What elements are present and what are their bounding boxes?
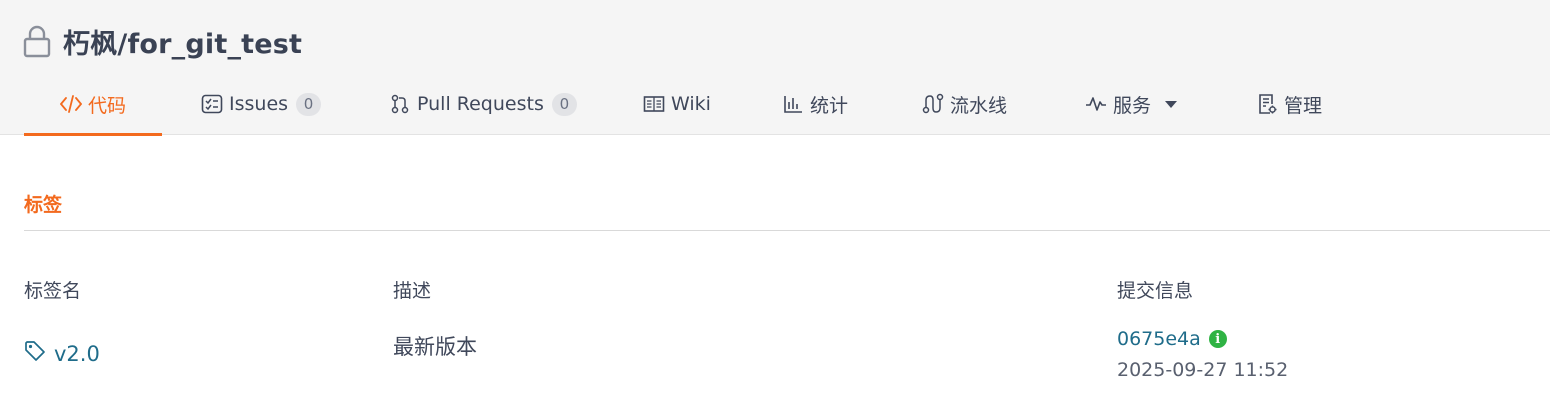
- section-title: 标签: [24, 194, 63, 216]
- tag-description: 最新版本: [393, 335, 477, 359]
- column-header-tag-name: 标签名: [24, 280, 82, 302]
- commit-hash-link[interactable]: 0675e4a: [1117, 328, 1201, 350]
- section-divider: [24, 230, 1550, 231]
- repo-tabs: 代码 Issues 0 Pull Requests 0 Wiki 统计 流水线 …: [0, 72, 1550, 136]
- tab-code-label: 代码: [88, 94, 127, 117]
- chevron-down-icon: [1165, 100, 1178, 108]
- column-header-description: 描述: [393, 280, 432, 302]
- tag-name: v2.0: [54, 341, 100, 366]
- pull-requests-count-badge: 0: [551, 92, 577, 116]
- repo-header: 朽枫/for_git_test 代码 Issues 0 Pull Request…: [0, 0, 1550, 136]
- column-header-commit-info: 提交信息: [1117, 280, 1194, 302]
- tab-manage-label: 管理: [1284, 94, 1323, 117]
- repo-name-link[interactable]: 朽枫/for_git_test: [63, 22, 302, 61]
- wiki-book-icon: [643, 93, 665, 115]
- tab-statistics[interactable]: 统计: [782, 72, 848, 136]
- tab-manage[interactable]: 管理: [1256, 72, 1322, 136]
- tab-issues-label: Issues: [229, 93, 289, 115]
- commit-info: 0675e4a i: [1117, 328, 1227, 350]
- pull-request-icon: [389, 93, 411, 115]
- tab-pull-requests-label: Pull Requests: [417, 93, 544, 115]
- pipeline-icon: [922, 93, 944, 115]
- tab-pull-requests[interactable]: Pull Requests 0: [389, 72, 577, 136]
- tab-wiki[interactable]: Wiki: [643, 72, 711, 136]
- tag-link[interactable]: v2.0: [24, 340, 100, 367]
- issues-count-badge: 0: [296, 92, 322, 116]
- tab-issues[interactable]: Issues 0: [201, 72, 322, 136]
- bar-chart-icon: [782, 93, 804, 115]
- info-verified-icon[interactable]: i: [1208, 330, 1227, 348]
- tab-services-label: 服务: [1113, 94, 1152, 117]
- settings-doc-icon: [1256, 93, 1278, 115]
- tag-icon: [24, 340, 46, 367]
- commit-timestamp: 2025-09-27 11:52: [1117, 359, 1289, 381]
- tab-statistics-label: 统计: [810, 94, 849, 117]
- tab-wiki-label: Wiki: [671, 93, 711, 115]
- issues-icon: [201, 93, 223, 115]
- tab-code[interactable]: 代码: [23, 72, 163, 136]
- repo-title-bar: 朽枫/for_git_test: [22, 21, 302, 61]
- tab-pipeline[interactable]: 流水线: [922, 72, 1007, 136]
- tab-pipeline-label: 流水线: [950, 94, 1008, 117]
- pulse-icon: [1085, 93, 1107, 115]
- lock-icon: [22, 23, 54, 59]
- tab-services-dropdown[interactable]: 服务: [1085, 72, 1178, 136]
- code-icon: [60, 93, 82, 115]
